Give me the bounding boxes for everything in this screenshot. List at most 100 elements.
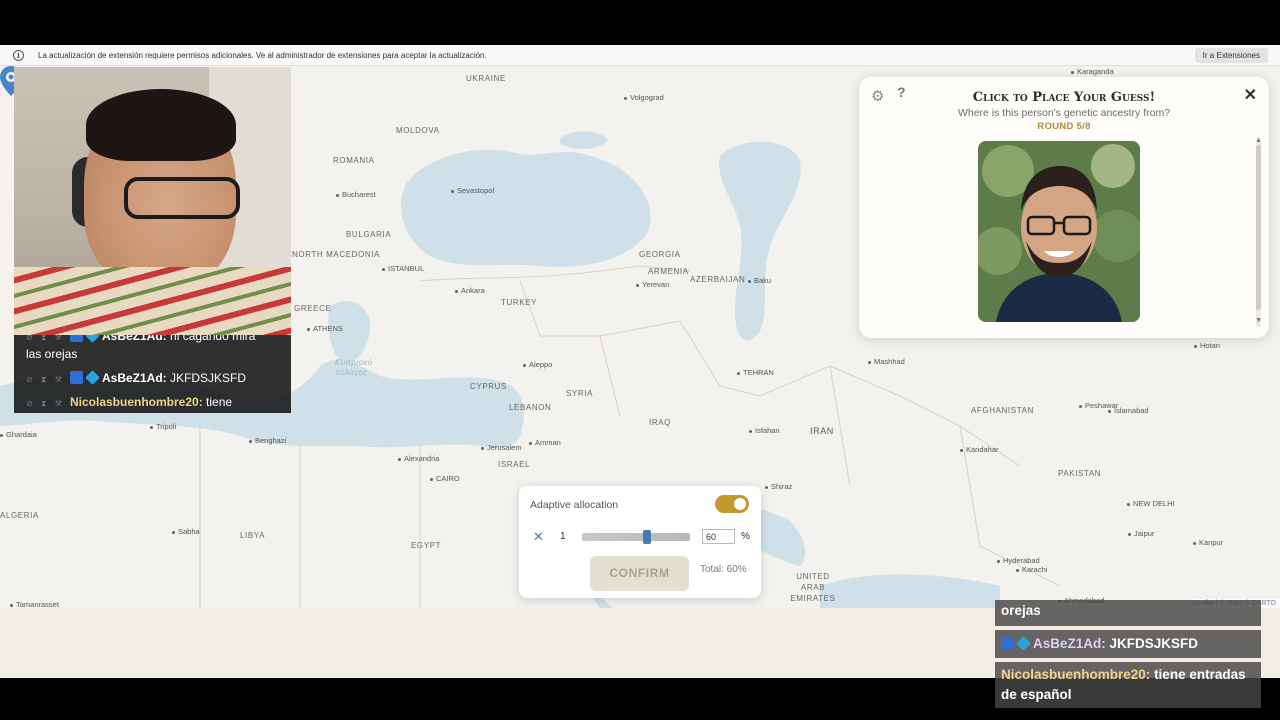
badge-icon (1016, 636, 1031, 651)
city-baku: Baku (748, 276, 771, 285)
badge-icon (1001, 637, 1014, 650)
city-karachi: Karachi (1016, 565, 1047, 574)
city-new-delhi: NEW DELHI (1127, 499, 1175, 508)
city-tehran: TEHRAN (737, 368, 774, 377)
total-allocation: Total: 60% (700, 564, 747, 575)
city-alexandria: Alexandria (398, 454, 439, 463)
chat-bubble: orejas (995, 600, 1261, 626)
glasses-icon (124, 177, 240, 219)
label-israel: ISRAEL (498, 460, 531, 469)
label-iran: IRAN (810, 426, 834, 436)
label-libya: LIBYA (240, 531, 266, 540)
chat-line: las orejas (26, 347, 77, 361)
guess-title: Click to Place Your Guess! (972, 90, 1156, 105)
city-jerusalem: Jerusalem (481, 443, 522, 452)
person-photo-illustration (978, 141, 1140, 322)
city-bucharest: Bucharest (336, 190, 376, 199)
guess-subtitle: Where is this person's genetic ancestry … (957, 107, 1171, 119)
city-karaganda: Karaganda (1071, 67, 1114, 76)
city-hotan: Hotan (1194, 341, 1220, 350)
screen: i La actualización de extensión requiere… (0, 0, 1280, 720)
adaptive-allocation-toggle[interactable] (715, 495, 749, 513)
mod-icons: ⊘ ⧗ ⚒ (26, 399, 65, 408)
chat-message: tiene entradas (1154, 667, 1246, 682)
chat-message: JKFDSJKSFD (1109, 636, 1199, 651)
city-mashhad: Mashhad (868, 357, 905, 366)
city-tripoli: Tripoli (150, 422, 176, 431)
city-sabha: Sabha (172, 527, 200, 536)
chat-line: ⊘ ⧗ ⚒ AsBeZ1Ad: JKFDSJKSFD (26, 370, 247, 385)
round-indicator: ROUND 5/8 (1037, 121, 1091, 132)
percent-sign: % (741, 531, 750, 542)
label-cyprus: CYPRUS (470, 382, 507, 391)
label-bulgaria: BULGARIA (346, 230, 392, 239)
chat-message: de español (1001, 687, 1072, 702)
label-moldova: MOLDOVA (396, 126, 440, 135)
chat-username: Nicolasbuenhombre20: (1001, 667, 1151, 682)
adaptive-allocation-label: Adaptive allocation (530, 499, 619, 511)
scroll-up-icon[interactable]: ▲ (1255, 137, 1262, 144)
scrollbar-thumb[interactable] (1256, 145, 1261, 310)
allocation-slider[interactable] (582, 533, 690, 541)
mod-icons: ⊘ ⧗ ⚒ (26, 375, 65, 384)
city-islamabad: Islamabad (1108, 406, 1149, 415)
badge-icon (70, 371, 83, 384)
label-armenia: ARMENIA (648, 267, 689, 276)
label-united-arab-emirates: UNITED ARAB EMIRATES (790, 572, 836, 603)
label-lebanon: LEBANON (509, 403, 552, 412)
chat-username: AsBeZ1Ad: (1033, 636, 1106, 651)
city-jaipur: Jaipur (1128, 529, 1154, 538)
chat-message: tiene (206, 395, 233, 409)
city-ankara: Ankara (455, 286, 485, 295)
chat-bubble: AsBeZ1Ad: JKFDSJKSFD (995, 630, 1261, 658)
city-isfahan: Isfahan (749, 426, 780, 435)
label-syria: SYRIA (566, 389, 594, 398)
guess-index: 1 (560, 531, 566, 542)
confirm-button[interactable]: CONFIRM (590, 556, 689, 591)
city-kanpur: Kanpur (1193, 538, 1223, 547)
chat-message: JKFDSJKSFD (170, 371, 247, 385)
city-tamanrasset: Tamanrasset (10, 600, 59, 608)
extension-update-message: La actualización de extensión requiere p… (38, 50, 487, 60)
label-ukraine: UKRAINE (466, 74, 506, 83)
chat-username: Nicolasbuenhombre20: (70, 395, 203, 409)
city-sevastopol: Sevastopol (451, 186, 494, 195)
label-cypriot-sea: Κυπριακό πέλαγος (335, 358, 373, 377)
city-aleppo: Aleppo (523, 360, 552, 369)
city-athens: ATHENS (307, 324, 343, 333)
go-to-extensions-button[interactable]: Ir a Extensiones (1194, 47, 1268, 63)
info-icon: i (13, 49, 24, 61)
remove-guess-icon[interactable]: ✕ (533, 529, 544, 545)
label-romania: ROMANIA (333, 156, 375, 165)
chat-line: ⊘ ⧗ ⚒ AsBeZ1Ad: ni cagando mira (26, 335, 255, 343)
allocation-slider-thumb[interactable] (642, 530, 651, 544)
label-afghanistan: AFGHANISTAN (971, 406, 1034, 415)
chat-line: ⊘ ⧗ ⚒ Nicolasbuenhombre20: tiene (26, 395, 232, 409)
label-azerbaijan: AZERBAIJAN (690, 275, 746, 284)
city-ghardaia: Ghardaia (0, 430, 37, 439)
city-hyderabad: Hyderabad (997, 556, 1040, 565)
streamer-hair (86, 89, 236, 161)
person-photo (978, 141, 1140, 322)
scroll-down-icon[interactable]: ▼ (1255, 317, 1262, 324)
label-iraq: IRAQ (649, 418, 671, 427)
label-north-macedonia: NORTH MACEDONIA (292, 250, 380, 259)
streamer-shirt (14, 267, 291, 335)
city-amman: Amman (529, 438, 561, 447)
city-cairo: CAIRO (430, 474, 460, 483)
streamer-webcam (14, 67, 291, 335)
chat-message: las orejas (26, 347, 78, 361)
city-benghazi: Benghazi (249, 436, 286, 445)
label-pakistan: PAKISTAN (1058, 469, 1102, 478)
extension-update-bar: i La actualización de extensión requiere… (0, 45, 1280, 66)
chat-message: ni cagando mira (170, 335, 256, 343)
panel-scrollbar[interactable] (1256, 137, 1261, 327)
chat-username: AsBeZ1Ad: (102, 371, 167, 385)
allocation-percent-input[interactable] (702, 529, 735, 544)
toggle-knob (734, 498, 746, 510)
chat-username: AsBeZ1Ad: (102, 335, 167, 343)
chat-message: orejas (1001, 603, 1041, 618)
label-egypt: EGYPT (411, 541, 442, 550)
city-kandahar: Kandahar (960, 445, 999, 454)
stream-chat-left: ⊘ ⧗ ⚒ AsBeZ1Ad: ni cagando mira las oreja… (14, 335, 291, 413)
